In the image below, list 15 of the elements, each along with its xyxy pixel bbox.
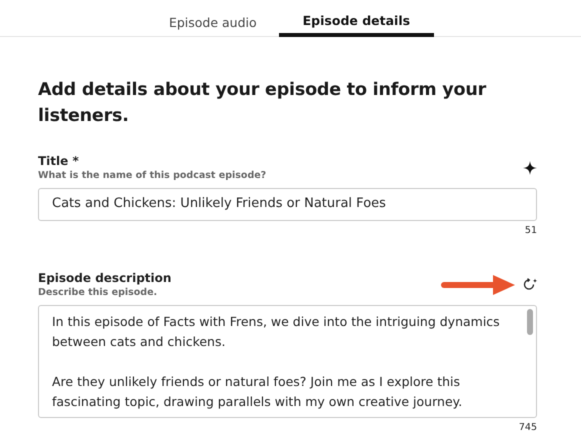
- refresh-sparkle-icon[interactable]: [523, 278, 538, 292]
- character-count: 745: [518, 422, 537, 434]
- scrollbar-thumb[interactable]: [527, 308, 533, 334]
- description-field[interactable]: In this episode of Facts with Frens, we dive into the intriguing dynamics between cats and chickens. Are they unlikely friends or natural foes? Join me as I explore this fascinating topic, drawing parallels with my own creative journey.: [38, 304, 537, 418]
- text-input-field[interactable]: Cats and Chickens: Unlikely Friends or Natural Foes: [38, 188, 537, 220]
- field-hint: What is the name of this podcast episode?: [38, 168, 266, 182]
- tab[interactable]: Episode details: [278, 0, 434, 37]
- field-label: Title *: [38, 154, 80, 168]
- character-count: 51: [524, 224, 537, 236]
- field-label: Episode description: [38, 270, 172, 286]
- sparkle-icon[interactable]: [523, 160, 537, 174]
- field-hint: Describe this episode.: [38, 286, 158, 298]
- page-heading: Add details about your episode to inform your listeners.: [38, 79, 488, 128]
- tab[interactable]: Episode audio: [146, 0, 279, 37]
- arrow-icon: [441, 274, 515, 296]
